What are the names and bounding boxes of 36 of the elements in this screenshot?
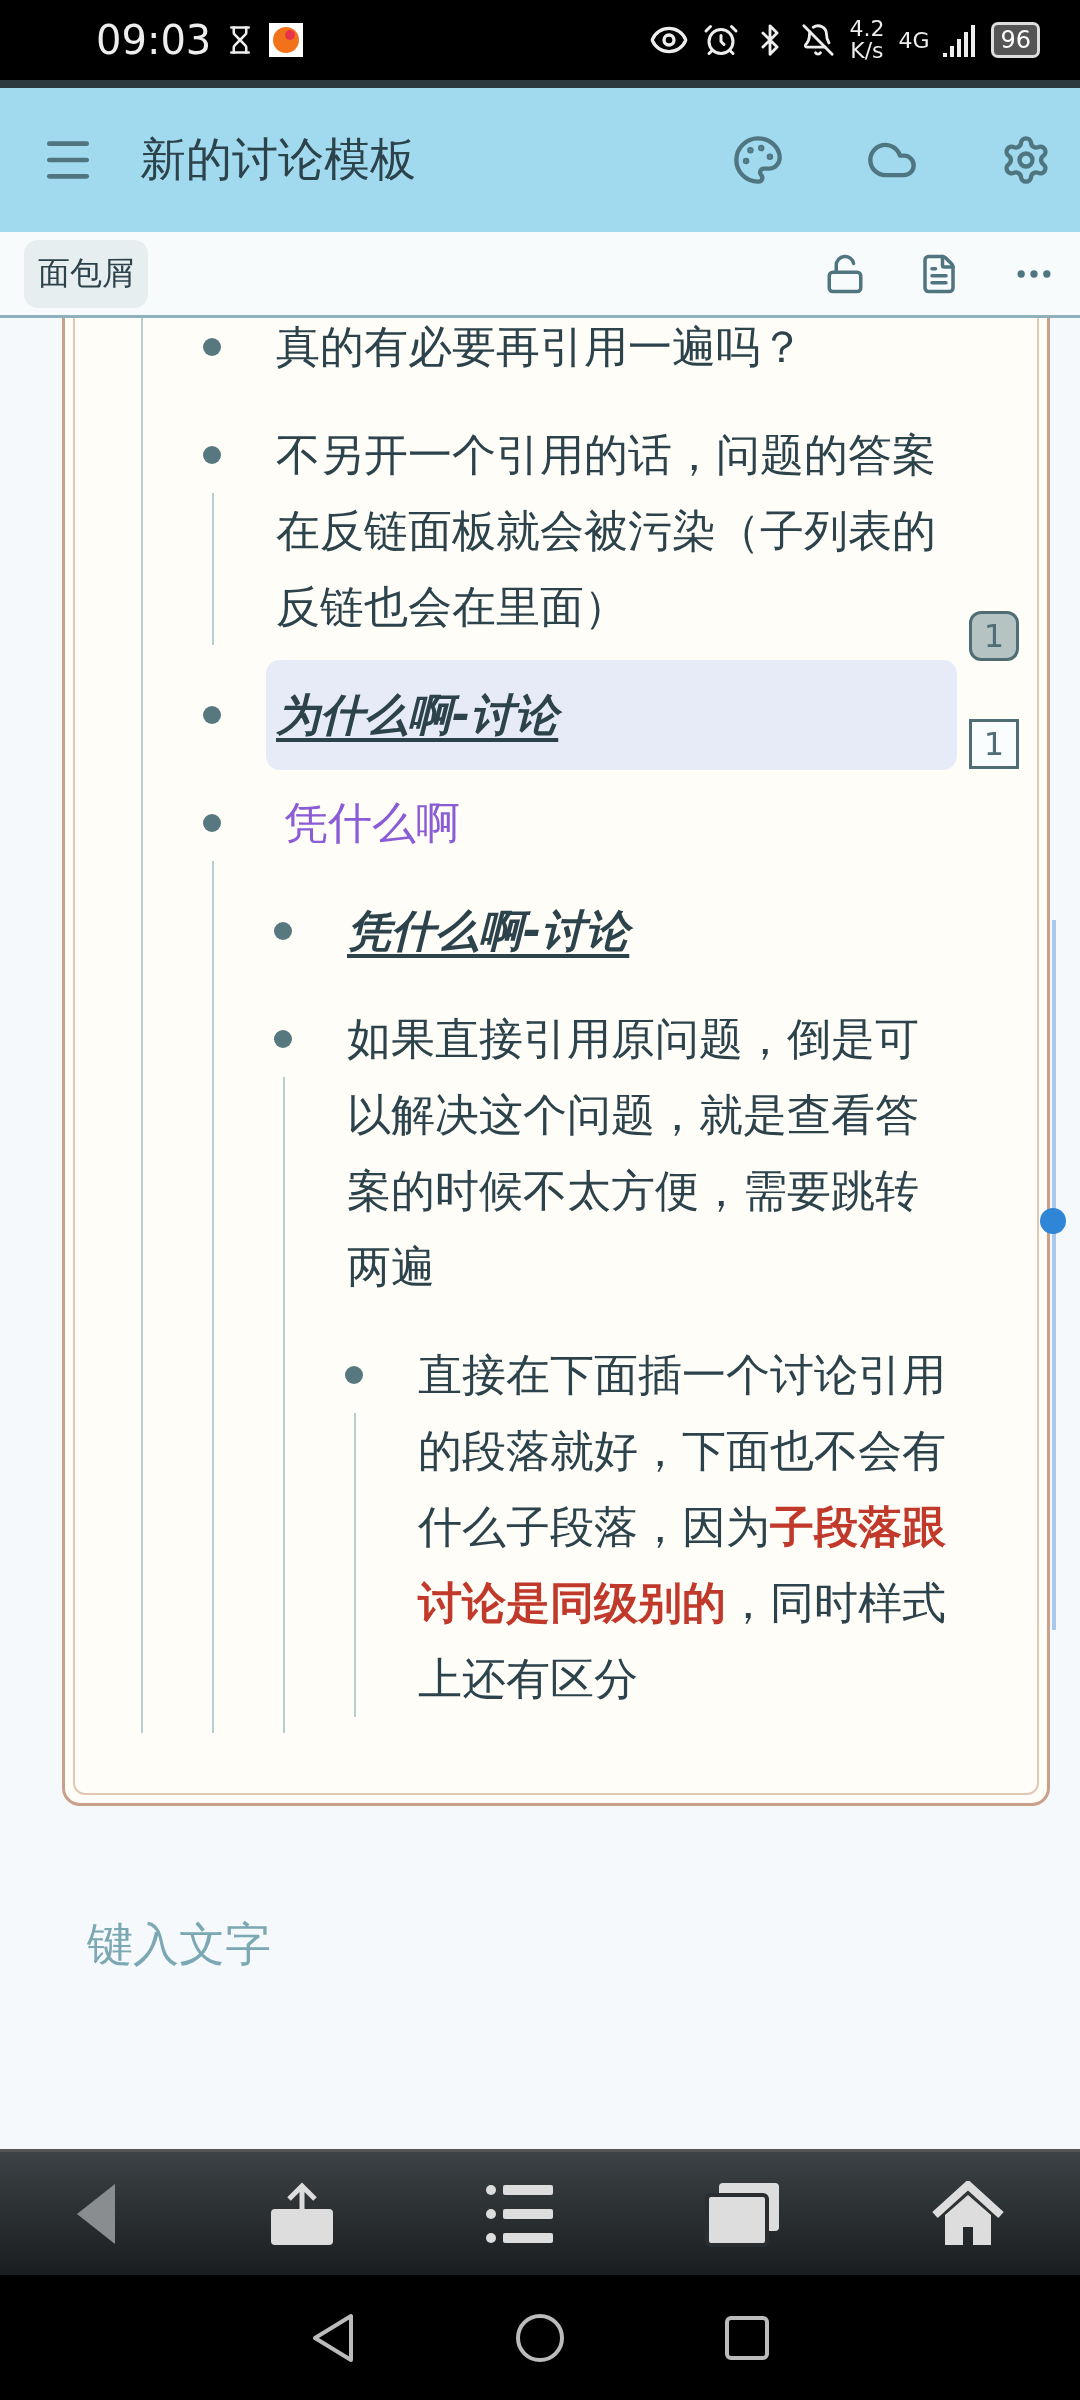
palette-button[interactable]: [732, 134, 784, 186]
bullet-icon[interactable]: [345, 1366, 363, 1384]
recents-icon[interactable]: [725, 2315, 769, 2360]
status-time: 09:03: [96, 17, 212, 63]
back-icon[interactable]: [311, 2311, 355, 2364]
alarm-icon: [703, 22, 740, 58]
block-reference[interactable]: 为什么啊-讨论: [266, 660, 957, 770]
app-icon: [269, 23, 304, 57]
home-icon[interactable]: [931, 2180, 1005, 2247]
list-item-text: 凭什么啊: [283, 796, 461, 850]
scroll-handle[interactable]: [1040, 1208, 1066, 1234]
battery-indicator: 96: [991, 22, 1040, 58]
windows-icon[interactable]: [705, 2180, 781, 2247]
bullet-icon[interactable]: [203, 446, 221, 464]
document-title: 新的讨论模板: [140, 131, 417, 188]
list-icon[interactable]: [485, 2183, 555, 2244]
bullet-icon[interactable]: [274, 1030, 292, 1048]
list-item-text: 如果直接引用原问题，倒是可以解决这个问题，就是查看答案的时候不太方便，需要跳转两遍: [347, 1012, 920, 1294]
text-input-field[interactable]: 键入文字: [85, 1916, 689, 1972]
share-icon[interactable]: [269, 2180, 335, 2247]
block-reference[interactable]: 凭什么啊-讨论: [347, 893, 957, 969]
bullet-icon[interactable]: [203, 338, 221, 356]
list-item-text: 真的有必要再引用一遍吗？: [276, 320, 805, 374]
breadcrumb-button[interactable]: 面包屑: [24, 239, 148, 308]
bullet-icon[interactable]: [203, 706, 221, 724]
bullet-icon[interactable]: [203, 814, 221, 832]
reference-count-badge[interactable]: 1: [969, 719, 1019, 769]
network-type: 4G: [898, 27, 930, 53]
network-speed: K/s: [850, 40, 884, 62]
home-icon[interactable]: [515, 2312, 565, 2363]
signal-icon: [943, 23, 978, 57]
network-speed: 4.2: [849, 18, 885, 40]
list-item-text: 不另开一个引用的话，问题的答案在反链面板就会被污染（子列表的反链也会在里面）: [276, 428, 937, 634]
bell-off-icon: [801, 23, 836, 57]
list-item-text: 直接在下面插一个讨论引用的段落就好，下面也不会有什么子段落，因为子段落跟讨论是同级别的，同时样式上还有区分: [418, 1348, 947, 1706]
bullet-icon[interactable]: [274, 922, 292, 940]
